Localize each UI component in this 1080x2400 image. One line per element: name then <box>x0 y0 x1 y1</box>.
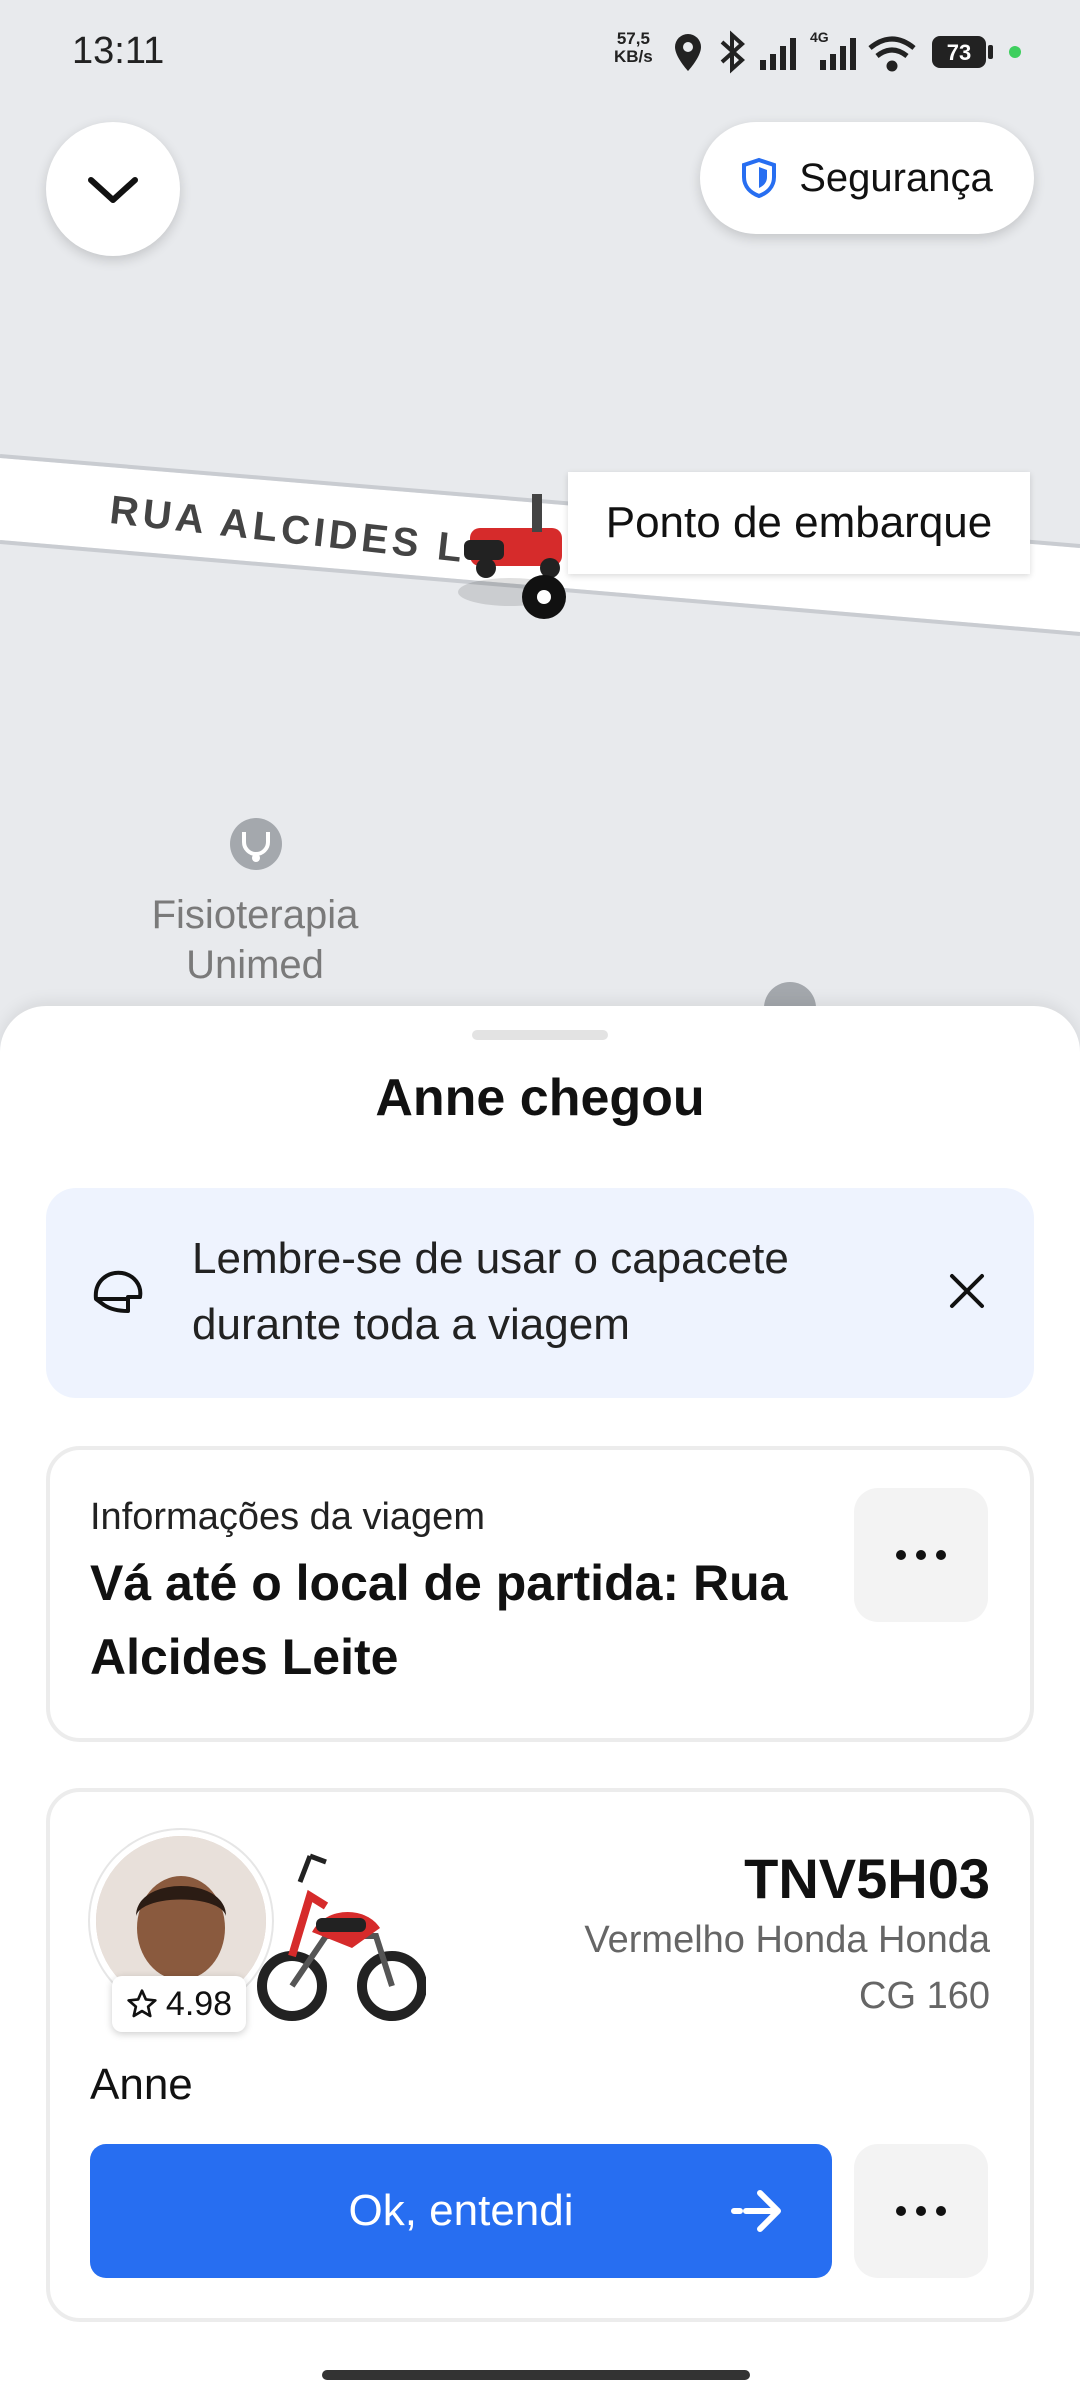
trip-info-more-button[interactable] <box>854 1488 988 1622</box>
signal-icon <box>760 38 796 70</box>
vehicle-description: Vermelho Honda Honda CG 160 <box>584 1919 990 2017</box>
more-dots-icon <box>896 1550 946 1560</box>
motorcycle-image <box>257 1853 426 2021</box>
location-icon <box>675 34 701 71</box>
status-time: 13:11 <box>72 30 165 72</box>
network-speed-value: 57,5 <box>616 29 650 48</box>
bluetooth-icon <box>720 30 745 74</box>
sheet-title: Anne chegou <box>375 1069 705 1127</box>
arrow-right-icon <box>731 2190 781 2232</box>
battery-icon: 73 <box>932 36 993 68</box>
status-icons: 4G 73 <box>675 29 1021 74</box>
chevron-down-icon <box>88 177 138 203</box>
collapse-button[interactable] <box>46 122 180 256</box>
vehicle-plate: TNV5H03 <box>744 1847 990 1910</box>
safety-button[interactable]: Segurança <box>700 122 1034 234</box>
poi-name-line1: Fisioterapia <box>151 893 359 937</box>
active-dot-icon <box>1009 46 1021 58</box>
network-speed: 57,5 KB/s <box>614 30 653 66</box>
sheet-drag-handle[interactable] <box>472 1030 608 1040</box>
trip-info-subtitle: Informações da viagem <box>90 1496 485 1538</box>
poi-label[interactable]: Fisioterapia Unimed <box>110 890 400 990</box>
driver-rating: 4.98 <box>112 1976 246 2032</box>
shield-icon <box>742 157 777 199</box>
star-icon <box>127 1989 157 2018</box>
rating-value: 4.98 <box>165 1984 233 2023</box>
safety-label: Segurança <box>799 155 993 200</box>
trip-info-title: Vá até o local de partida: Rua Alcides L… <box>90 1555 788 1685</box>
driver-name: Anne <box>90 2060 193 2109</box>
close-icon[interactable] <box>938 1262 996 1320</box>
pickup-point-label[interactable]: Ponto de embarque <box>568 472 1030 574</box>
health-poi-icon <box>230 818 282 870</box>
more-dots-icon <box>896 2206 946 2216</box>
wifi-icon <box>868 36 916 72</box>
home-indicator[interactable] <box>322 2370 750 2380</box>
ok-understood-label: Ok, entendi <box>348 2186 574 2235</box>
driver-more-button[interactable] <box>854 2144 988 2278</box>
network-speed-unit: KB/s <box>614 47 653 66</box>
helmet-reminder-text: Lembre-se de usar o capacete durante tod… <box>192 1234 789 1349</box>
network-type: 4G <box>810 29 829 45</box>
helmet-icon <box>93 1270 143 1313</box>
ok-understood-button[interactable]: Ok, entendi <box>90 2144 832 2278</box>
battery-level: 73 <box>947 40 971 65</box>
poi-name-line2: Unimed <box>186 943 324 987</box>
